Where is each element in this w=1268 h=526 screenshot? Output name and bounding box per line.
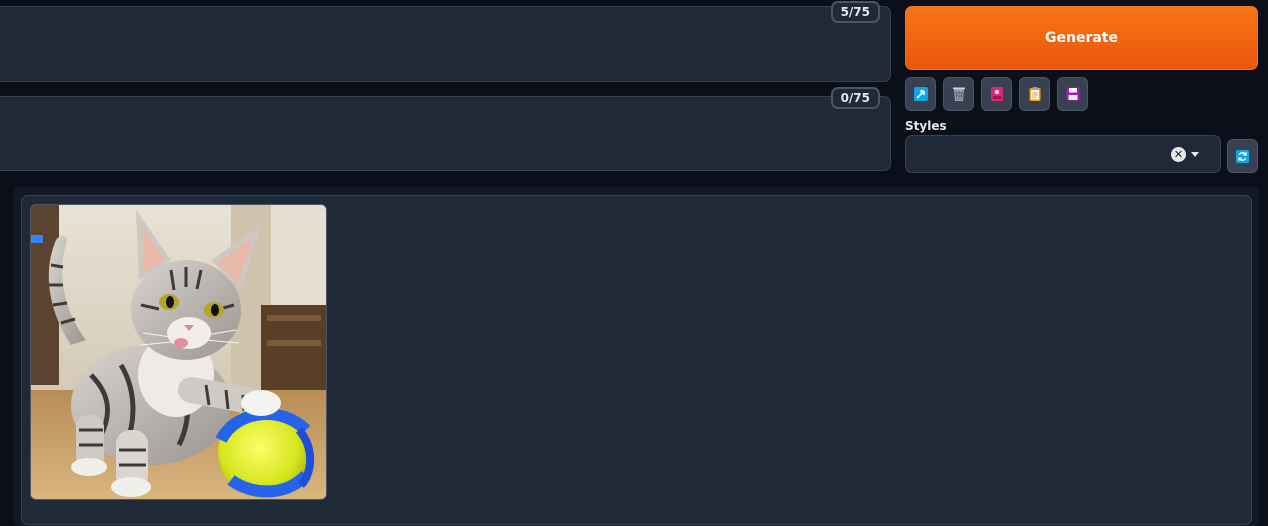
styles-dropdown[interactable]: ✕ (905, 135, 1221, 173)
paste-prompt-button[interactable] (905, 77, 936, 111)
save-icon (1066, 87, 1079, 101)
clipboard-icon (1029, 87, 1040, 101)
refresh-styles-button[interactable] (1227, 139, 1258, 173)
refresh-icon (1235, 149, 1250, 163)
prompt-token-counter: 5/75 (830, 1, 880, 23)
generate-button[interactable]: Generate (905, 6, 1258, 70)
arrow-check-icon (913, 87, 928, 101)
clear-prompt-button[interactable] (943, 77, 974, 111)
trash-icon (952, 87, 965, 101)
kitten-with-ball-image (31, 205, 326, 499)
prompt-textarea[interactable]: 5/75 (0, 1, 891, 82)
negative-prompt-token-counter: 0/75 (830, 87, 880, 109)
style-card-icon (990, 87, 1003, 101)
apply-style-button[interactable] (1019, 77, 1050, 111)
styles-label: Styles (905, 119, 947, 133)
show-extra-networks-button[interactable] (981, 77, 1012, 111)
chevron-down-icon[interactable] (1191, 152, 1199, 157)
clear-icon[interactable]: ✕ (1171, 147, 1186, 162)
negative-prompt-textarea[interactable]: 0/75 (0, 87, 891, 171)
save-style-button[interactable] (1057, 77, 1088, 111)
gallery-image-thumbnail[interactable] (30, 204, 327, 500)
